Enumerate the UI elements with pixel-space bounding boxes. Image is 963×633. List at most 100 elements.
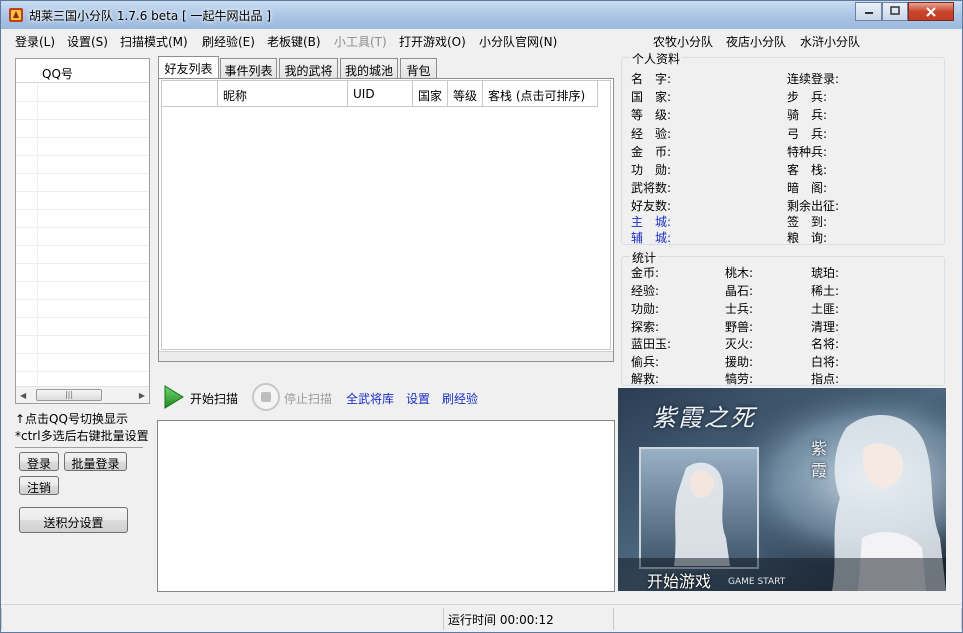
field-remaining-expeditions: 剩余出征: (787, 199, 840, 213)
stat-guidance: 指点: (811, 372, 840, 386)
stat-peach-wood: 桃木: (725, 266, 754, 280)
tab-my-generals[interactable]: 我的武将 (279, 58, 338, 79)
all-generals-link[interactable]: 全武将库 (346, 390, 394, 407)
stat-exp: 经验: (631, 284, 660, 298)
logout-button[interactable]: 注销 (19, 476, 59, 495)
login-button[interactable]: 登录 (19, 452, 59, 471)
play-icon[interactable] (163, 385, 185, 409)
qq-list-scroll-thumb[interactable]: ||| (36, 389, 102, 401)
qq-column-header: QQ号 (42, 67, 73, 81)
app-icon (9, 8, 23, 22)
stop-icon[interactable] (251, 382, 281, 412)
stat-lantian-jade: 蓝田玉: (631, 337, 672, 351)
maximize-button[interactable] (882, 2, 908, 21)
friend-table[interactable]: 昵称 UID 国家 等级 客栈 (点击可排序) (161, 80, 611, 350)
column-header-nickname[interactable]: 昵称 (218, 81, 348, 107)
hint-click-qq: ↑点击QQ号切换显示 (15, 412, 128, 426)
banner-title: 紫霞之死 (652, 404, 756, 432)
stat-steal-troops: 偷兵: (631, 355, 660, 369)
column-header-inn[interactable]: 客栈 (点击可排序) (483, 81, 598, 107)
tab-my-cities[interactable]: 我的城池 (340, 58, 398, 79)
menu-settings[interactable]: 设置(S) (67, 33, 108, 50)
stat-cleanup: 清理: (811, 320, 840, 334)
column-header-select[interactable] (162, 81, 218, 107)
stat-white-generals: 白将: (811, 355, 840, 369)
minimize-button[interactable] (855, 2, 882, 21)
field-login-streak: 连续登录: (787, 72, 840, 86)
field-infantry: 步 兵: (787, 90, 828, 104)
close-icon (926, 7, 936, 17)
profile-group-title: 个人资料 (630, 50, 683, 67)
scroll-left-icon[interactable]: ◀ (20, 391, 26, 400)
runtime-label: 运行时间 00:00:12 (448, 613, 554, 627)
app-window: 胡莱三国小分队 1.7.6 beta [ 一起牛网出品 ] 登录(L) 设置(S… (0, 0, 963, 633)
qq-list-hscrollbar[interactable]: ◀ ||| ▶ (16, 386, 149, 403)
log-output[interactable] (157, 420, 615, 592)
stat-rescue: 解救: (631, 372, 660, 386)
menu-tools[interactable]: 小工具(T) (334, 33, 387, 50)
column-header-level[interactable]: 等级 (448, 81, 483, 107)
link-farm-team[interactable]: 农牧小分队 (653, 33, 713, 50)
stop-scan-button[interactable]: 停止扫描 (284, 390, 332, 407)
banner-character-name: 紫霞 (811, 439, 828, 480)
title-bar[interactable]: 胡莱三国小分队 1.7.6 beta [ 一起牛网出品 ] (1, 1, 962, 29)
menu-brush-exp[interactable]: 刷经验(E) (202, 33, 255, 50)
field-main-city[interactable]: 主 城: (631, 213, 671, 230)
close-button[interactable] (908, 2, 954, 21)
column-header-country[interactable]: 国家 (413, 81, 448, 107)
status-segment-left (1, 608, 444, 630)
field-checkin: 签 到: (787, 215, 828, 229)
link-water-margin-team[interactable]: 水浒小分队 (800, 33, 860, 50)
start-scan-button[interactable]: 开始扫描 (190, 390, 238, 407)
stat-extinguish: 灭火: (725, 337, 754, 351)
stat-rare-earth: 稀土: (811, 284, 840, 298)
game-banner[interactable]: 紫霞之死 紫霞 开始游戏 GAME START (618, 388, 946, 591)
field-dark-pavilion: 暗 阁: (787, 181, 828, 195)
tab-backpack[interactable]: 背包 (400, 58, 437, 79)
brush-exp-link[interactable]: 刷经验 (442, 390, 478, 407)
field-grain-query: 粮 询: (787, 231, 828, 245)
stat-crystal: 晶石: (725, 284, 754, 298)
banner-start-subtitle: GAME START (728, 577, 786, 587)
column-header-uid[interactable]: UID (348, 81, 413, 107)
stat-famous-generals: 名将: (811, 337, 840, 351)
menu-official-site[interactable]: 小分队官网(N) (479, 33, 557, 50)
field-archers: 弓 兵: (787, 127, 828, 141)
menu-open-game[interactable]: 打开游戏(O) (399, 33, 466, 50)
field-sub-city[interactable]: 辅 城: (631, 229, 671, 246)
stat-soldiers: 士兵: (725, 302, 754, 316)
tab-friends[interactable]: 好友列表 (158, 56, 219, 80)
maximize-icon (890, 6, 900, 15)
field-name: 名 字: (631, 72, 672, 86)
stat-beasts: 野兽: (725, 320, 754, 334)
field-exp: 经 验: (631, 127, 672, 141)
batch-login-button[interactable]: 批量登录 (64, 452, 127, 471)
field-cavalry: 骑 兵: (787, 108, 828, 122)
link-nightclub-team[interactable]: 夜店小分队 (726, 33, 786, 50)
field-inn: 客 栈: (787, 163, 828, 177)
field-friend-count: 好友数: (631, 199, 672, 213)
stat-explore: 探索: (631, 320, 660, 334)
points-settings-button[interactable]: 送积分设置 (19, 507, 128, 533)
stat-gold: 金币: (631, 266, 660, 280)
menu-scan-mode[interactable]: 扫描模式(M) (120, 33, 188, 50)
friend-table-panel: 昵称 UID 国家 等级 客栈 (点击可排序) (158, 78, 614, 362)
qq-account-list[interactable]: QQ号 ◀ ||| ▶ (15, 58, 150, 404)
stat-bandits: 土匪: (811, 302, 840, 316)
qq-list-header[interactable]: QQ号 (16, 59, 149, 83)
field-special-troops: 特种兵: (787, 145, 828, 159)
minimize-icon (864, 12, 873, 14)
hint-ctrl-multiselect: *ctrl多选后右键批量设置 (15, 429, 149, 443)
scroll-right-icon[interactable]: ▶ (139, 391, 145, 400)
menu-boss-key[interactable]: 老板键(B) (267, 33, 321, 50)
banner-start-button[interactable]: 开始游戏 (647, 568, 711, 591)
tab-events[interactable]: 事件列表 (220, 58, 277, 79)
stats-group: 统计 金币: 经验: 功勋: 探索: 蓝田玉: 偷兵: 解救: 桃木: 晶石: … (621, 249, 945, 386)
settings-link[interactable]: 设置 (406, 390, 430, 407)
stat-amber: 琥珀: (811, 266, 840, 280)
menu-login[interactable]: 登录(L) (15, 33, 55, 50)
profile-group: 个人资料 名 字: 国 家: 等 级: 经 验: 金 币: 功 勋: 武将数: … (621, 50, 945, 246)
friend-table-hscrollbar[interactable] (159, 351, 613, 361)
stat-aid: 援助: (725, 355, 754, 369)
status-bar: 运行时间 00:00:12 (1, 604, 962, 632)
